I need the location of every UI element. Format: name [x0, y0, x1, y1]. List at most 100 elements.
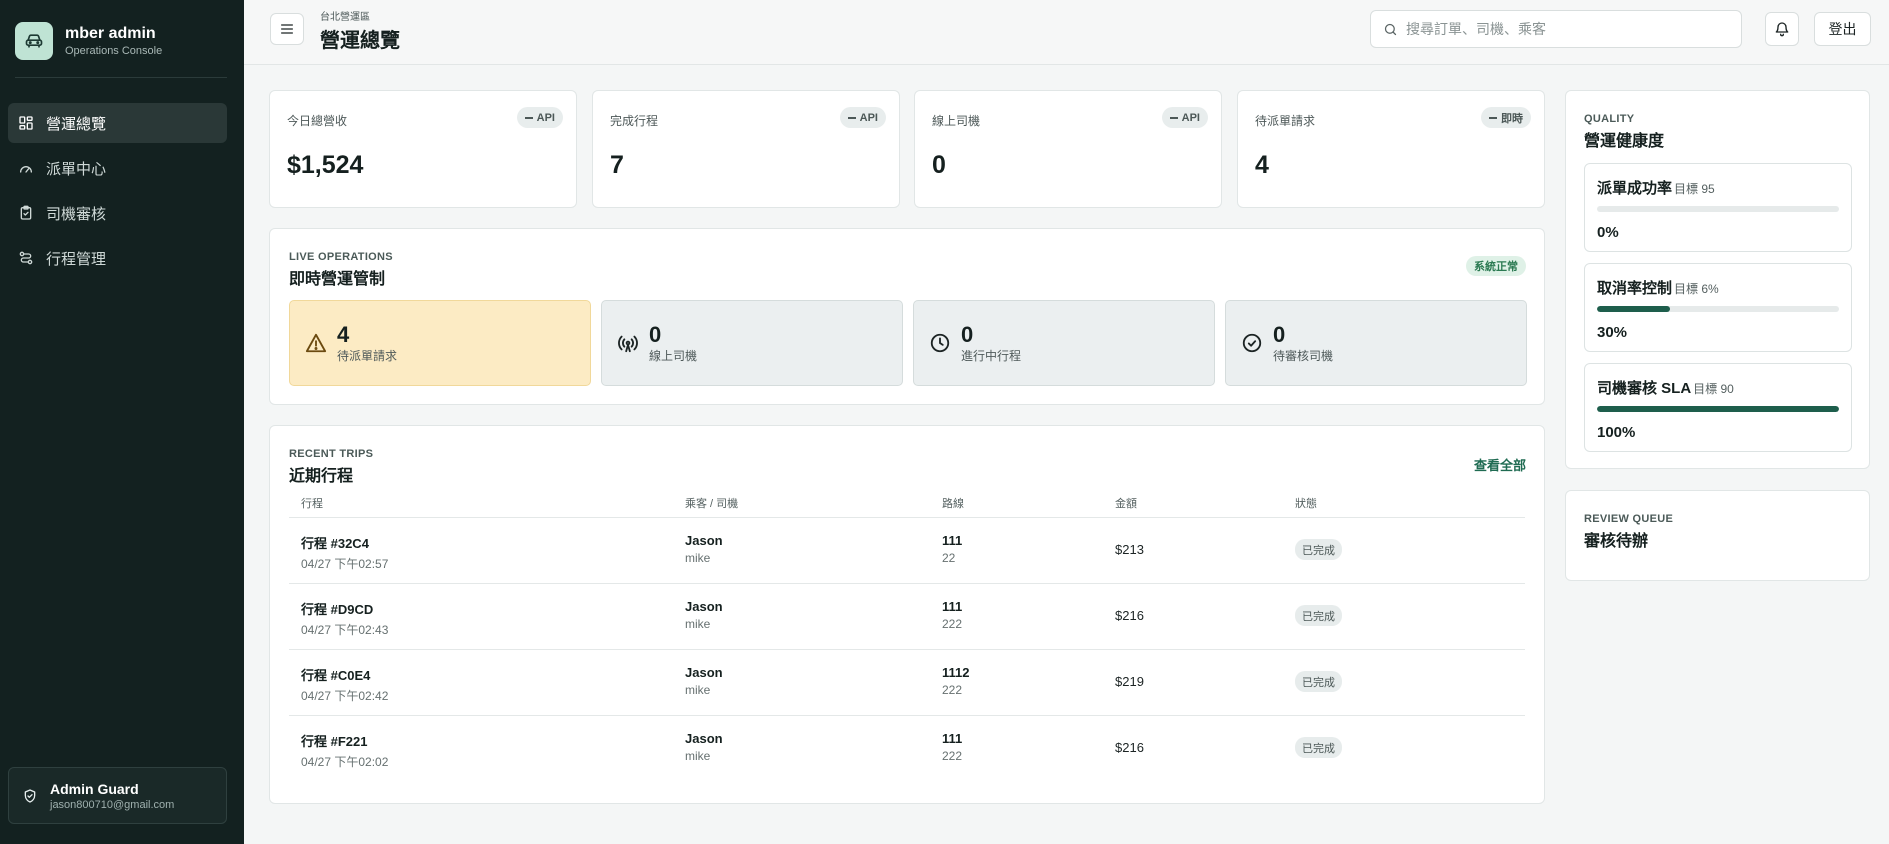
source-badge: API	[1161, 107, 1208, 128]
section-kicker: RECENT TRIPS	[289, 448, 374, 460]
passenger-name: Jason	[685, 599, 723, 614]
stat-label: 今日總營收	[287, 114, 348, 128]
route-from: 111	[942, 599, 963, 614]
search-icon	[1384, 23, 1397, 35]
quality-item: 派單成功率 目標 95 0%	[1584, 163, 1852, 252]
driver-name: mike	[685, 683, 711, 697]
sidebar-item-overview[interactable]: 營運總覽	[8, 103, 227, 143]
table-row[interactable]: 行程 #F221 04/27 下午02:02 Jason mike 111 222 $…	[289, 716, 1525, 782]
quality-name: 派單成功率	[1597, 180, 1673, 197]
table-row[interactable]: 行程 #32C4 04/27 下午02:57 Jason mike 111 22 $2…	[289, 518, 1525, 584]
sidebar-item-label: 行程管理	[46, 250, 107, 268]
progress-bar	[1597, 406, 1839, 412]
sidebar-item-trips[interactable]: 行程管理	[8, 238, 227, 278]
section-kicker: QUALITY	[1584, 113, 1635, 125]
dash-icon	[847, 116, 856, 119]
warning-icon	[305, 333, 327, 353]
brand-subtitle: Operations Console	[65, 45, 163, 57]
page-title: 營運總覽	[320, 30, 400, 52]
source-badge: API	[516, 107, 563, 128]
divider	[15, 77, 227, 78]
sidebar-item-dispatch[interactable]: 派單中心	[8, 148, 227, 188]
check-circle-icon	[1242, 333, 1262, 353]
trip-amount: $219	[1115, 674, 1144, 689]
quality-value: 100%	[1597, 424, 1636, 441]
stat-value: $1,524	[287, 151, 364, 179]
shield-icon	[24, 788, 36, 803]
route-from: 1112	[942, 665, 970, 680]
car-icon	[15, 22, 53, 60]
quality-target: 目標 95	[1674, 182, 1715, 196]
quality-value: 0%	[1597, 224, 1619, 241]
driver-name: mike	[685, 617, 711, 631]
op-box-pending[interactable]: 4 待派單請求	[289, 300, 591, 386]
table-row[interactable]: 行程 #C0E4 04/27 下午02:42 Jason mike 1112 222 …	[289, 650, 1525, 716]
broadcast-icon	[618, 335, 638, 353]
quality-name: 司機審核 SLA	[1597, 380, 1692, 397]
user-email: jason800710@gmail.com	[50, 798, 175, 811]
passenger-name: Jason	[685, 533, 723, 548]
top-header: 台北營運區 營運總覽 登出	[244, 0, 1889, 65]
stat-value: 0	[932, 151, 946, 179]
section-kicker: REVIEW QUEUE	[1584, 513, 1674, 525]
op-label: 待審核司機	[1273, 348, 1334, 363]
op-box-active-trips[interactable]: 0 進行中行程	[913, 300, 1215, 386]
region-label: 台北營運區	[320, 12, 370, 23]
route-from: 111	[942, 533, 963, 548]
menu-icon	[281, 24, 293, 34]
progress-fill	[1597, 406, 1839, 412]
sidebar: mber admin Operations Console 營運總覽 派單中心 …	[0, 0, 244, 844]
system-status-badge: 系統正常	[1466, 256, 1526, 276]
op-box-online-drivers[interactable]: 0 線上司機	[601, 300, 903, 386]
progress-bar	[1597, 206, 1839, 212]
status-badge: 已完成	[1295, 671, 1342, 692]
trip-id: 行程 #D9CD	[301, 602, 374, 617]
dash-icon	[524, 116, 533, 119]
status-badge: 已完成	[1295, 737, 1342, 758]
logout-button[interactable]: 登出	[1814, 12, 1871, 46]
quality-name: 取消率控制	[1597, 280, 1673, 297]
view-all-link[interactable]: 查看全部	[1474, 455, 1526, 474]
stat-card-completed-trips: 完成行程 API 7	[592, 90, 900, 208]
op-label: 進行中行程	[961, 348, 1022, 363]
live-operations-panel: LIVE OPERATIONS 即時營運管制 系統正常 4 待派單請求 0 線上司機…	[269, 228, 1545, 405]
passenger-name: Jason	[685, 731, 723, 746]
op-value: 0	[1273, 321, 1286, 347]
route-to: 222	[942, 749, 963, 763]
driver-name: mike	[685, 749, 711, 763]
sidebar-item-label: 派單中心	[46, 160, 107, 178]
trip-time: 04/27 下午02:43	[301, 623, 389, 637]
op-label: 待派單請求	[337, 348, 398, 363]
quality-item: 取消率控制 目標 6% 30%	[1584, 263, 1852, 352]
menu-button[interactable]	[270, 13, 304, 45]
notifications-button[interactable]	[1765, 12, 1799, 46]
op-box-pending-drivers[interactable]: 0 待審核司機	[1225, 300, 1527, 386]
column-header: 行程	[301, 498, 323, 510]
sidebar-item-driver-review[interactable]: 司機審核	[8, 193, 227, 233]
dashboard-icon	[19, 116, 33, 130]
column-header: 路線	[942, 498, 964, 510]
dash-icon	[1489, 116, 1497, 119]
search-box[interactable]	[1370, 10, 1742, 48]
section-kicker: LIVE OPERATIONS	[289, 251, 393, 263]
progress-bar	[1597, 306, 1839, 312]
brand[interactable]: mber admin Operations Console	[15, 22, 162, 60]
stat-card-pending-requests: 待派單請求 即時 4	[1237, 90, 1545, 208]
progress-fill	[1597, 306, 1670, 312]
review-queue-panel: REVIEW QUEUE 審核待辦	[1565, 490, 1870, 581]
table-row[interactable]: 行程 #D9CD 04/27 下午02:43 Jason mike 111 222 $…	[289, 584, 1525, 650]
stat-value: 4	[1255, 151, 1269, 179]
search-input[interactable]	[1406, 21, 1726, 37]
brand-name: mber admin	[65, 25, 156, 42]
section-title: 即時營運管制	[289, 271, 386, 288]
route-to: 222	[942, 617, 963, 631]
section-title: 營運健康度	[1584, 133, 1665, 150]
route-to: 22	[942, 551, 956, 565]
table-header: 行程 乘客 / 司機 路線 金額 狀態	[289, 486, 1525, 518]
quality-target: 目標 90	[1693, 382, 1734, 396]
driver-name: mike	[685, 551, 711, 565]
route-to: 222	[942, 683, 963, 697]
user-card[interactable]: Admin Guard jason800710@gmail.com	[8, 767, 227, 824]
op-value: 4	[337, 321, 350, 347]
op-value: 0	[649, 321, 662, 347]
